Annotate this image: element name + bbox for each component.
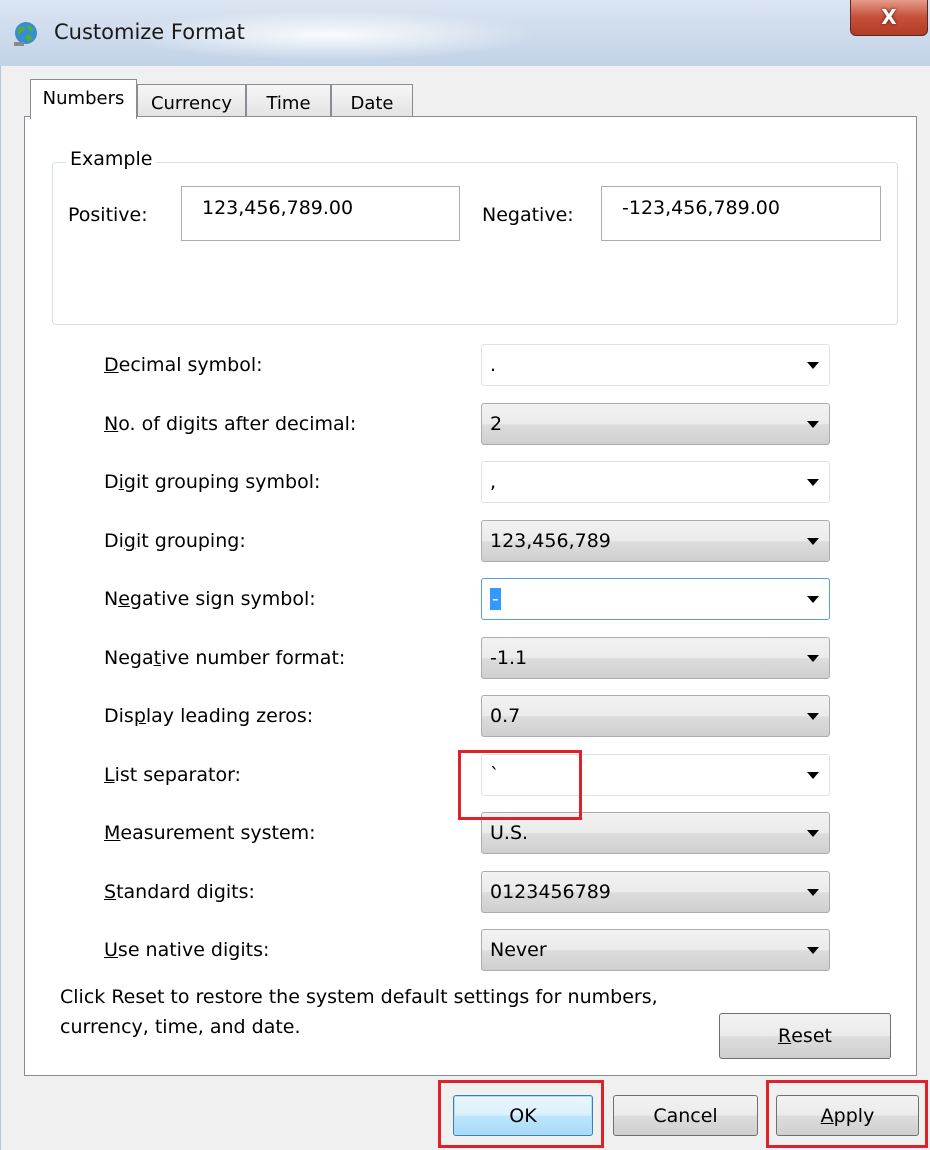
reset-button[interactable]: Reset bbox=[719, 1013, 891, 1059]
label-access-key: U bbox=[104, 939, 118, 961]
chevron-down-icon[interactable] bbox=[807, 947, 819, 954]
chevron-down-icon[interactable] bbox=[807, 596, 819, 603]
tab-time[interactable]: Time bbox=[246, 84, 331, 117]
label-access-key: N bbox=[104, 413, 119, 435]
measurement-system-value: U.S. bbox=[490, 822, 529, 844]
label-text: Dis bbox=[104, 705, 134, 727]
digit-grouping-value: 123,456,789 bbox=[490, 530, 611, 552]
display-leading-zeros-dropdown[interactable]: 0.7 bbox=[481, 695, 830, 737]
standard-digits-label: Standard digits: bbox=[104, 881, 255, 903]
label-text: tandard digits: bbox=[116, 881, 255, 903]
label-text: Di bbox=[104, 530, 124, 552]
negative-number-format-value: -1.1 bbox=[490, 647, 528, 669]
label-access-key: p bbox=[133, 705, 146, 727]
close-button[interactable]: X bbox=[850, 0, 928, 36]
chevron-down-icon[interactable] bbox=[807, 772, 819, 779]
label-text: N bbox=[104, 588, 119, 610]
no-of-digits-after-decimal-dropdown[interactable]: 2 bbox=[481, 403, 830, 445]
negative-number-format-label: Negative number format: bbox=[104, 647, 345, 669]
label-text: ive number format: bbox=[161, 647, 346, 669]
decimal-symbol-value: . bbox=[490, 354, 497, 376]
label-text: lay leading zeros: bbox=[145, 705, 314, 727]
label-access-key: g bbox=[123, 530, 136, 552]
label-text: gative sign symbol: bbox=[129, 588, 316, 610]
globe-icon bbox=[14, 22, 37, 46]
decimal-symbol-dropdown[interactable]: . bbox=[481, 344, 830, 386]
label-text: se native digits: bbox=[117, 939, 270, 961]
label-text: o. of digits after decimal: bbox=[118, 413, 357, 435]
display-leading-zeros-label: Display leading zeros: bbox=[104, 705, 313, 727]
label-access-key: D bbox=[104, 354, 119, 376]
use-native-digits-label: Use native digits: bbox=[104, 939, 269, 961]
digit-grouping-symbol-label: Digit grouping symbol: bbox=[104, 471, 320, 493]
negative-sign-symbol-label: Negative sign symbol: bbox=[104, 588, 316, 610]
label-access-key: e bbox=[118, 588, 130, 610]
label-text: Nega bbox=[104, 647, 154, 669]
apply-button-highlight bbox=[766, 1080, 928, 1148]
negative-example-field: -123,456,789.00 bbox=[601, 186, 881, 241]
negative-sign-symbol-dropdown[interactable]: - bbox=[481, 578, 830, 620]
label-text: D bbox=[104, 471, 119, 493]
chevron-down-icon[interactable] bbox=[807, 889, 819, 896]
ok-button-highlight bbox=[438, 1080, 604, 1148]
label-access-key: t bbox=[153, 647, 162, 669]
digit-grouping-dropdown[interactable]: 123,456,789 bbox=[481, 520, 830, 562]
cancel-button[interactable]: Cancel bbox=[613, 1095, 758, 1136]
label-text: ist separator: bbox=[114, 764, 241, 786]
reset-button-key: R bbox=[778, 1025, 792, 1047]
digit-grouping-symbol-dropdown[interactable]: , bbox=[481, 461, 830, 503]
label-text: it grouping: bbox=[135, 530, 246, 552]
positive-label: Positive: bbox=[68, 204, 148, 226]
standard-digits-dropdown[interactable]: 0123456789 bbox=[481, 871, 830, 913]
standard-digits-value: 0123456789 bbox=[490, 881, 611, 903]
use-native-digits-value: Never bbox=[490, 939, 547, 961]
title-bar[interactable]: Customize Format X bbox=[0, 0, 930, 66]
no-of-digits-after-decimal-label: No. of digits after decimal: bbox=[104, 413, 356, 435]
display-leading-zeros-value: 0.7 bbox=[490, 705, 521, 727]
tab-numbers[interactable]: Numbers bbox=[30, 79, 137, 119]
measurement-system-label: Measurement system: bbox=[104, 822, 316, 844]
reset-button-label: eset bbox=[791, 1025, 832, 1047]
chevron-down-icon[interactable] bbox=[807, 830, 819, 837]
window-title: Customize Format bbox=[54, 20, 245, 44]
chevron-down-icon[interactable] bbox=[807, 538, 819, 545]
tab-date[interactable]: Date bbox=[331, 84, 413, 117]
chevron-down-icon[interactable] bbox=[807, 421, 819, 428]
label-text: easurement system: bbox=[120, 822, 316, 844]
list-separator-highlight bbox=[458, 750, 582, 820]
label-text: ecimal symbol: bbox=[118, 354, 263, 376]
no-of-digits-after-decimal-value: 2 bbox=[490, 413, 503, 435]
chevron-down-icon[interactable] bbox=[807, 479, 819, 486]
positive-example-field: 123,456,789.00 bbox=[181, 186, 460, 241]
tab-currency[interactable]: Currency bbox=[137, 84, 246, 117]
example-legend: Example bbox=[66, 148, 157, 170]
label-access-key: S bbox=[104, 881, 117, 903]
label-text: git grouping symbol: bbox=[123, 471, 321, 493]
chevron-down-icon[interactable] bbox=[807, 655, 819, 662]
negative-number-format-dropdown[interactable]: -1.1 bbox=[481, 637, 830, 679]
negative-sign-symbol-value: - bbox=[490, 588, 501, 610]
chevron-down-icon[interactable] bbox=[807, 713, 819, 720]
negative-label: Negative: bbox=[482, 204, 574, 226]
chevron-down-icon[interactable] bbox=[807, 362, 819, 369]
decimal-symbol-label: Decimal symbol: bbox=[104, 354, 263, 376]
label-access-key: M bbox=[104, 822, 121, 844]
list-separator-label: List separator: bbox=[104, 764, 241, 786]
label-access-key: L bbox=[104, 764, 115, 786]
use-native-digits-dropdown[interactable]: Never bbox=[481, 929, 830, 971]
digit-grouping-label: Digit grouping: bbox=[104, 530, 246, 552]
digit-grouping-symbol-value: , bbox=[490, 471, 497, 493]
reset-description: Click Reset to restore the system defaul… bbox=[60, 986, 658, 1038]
